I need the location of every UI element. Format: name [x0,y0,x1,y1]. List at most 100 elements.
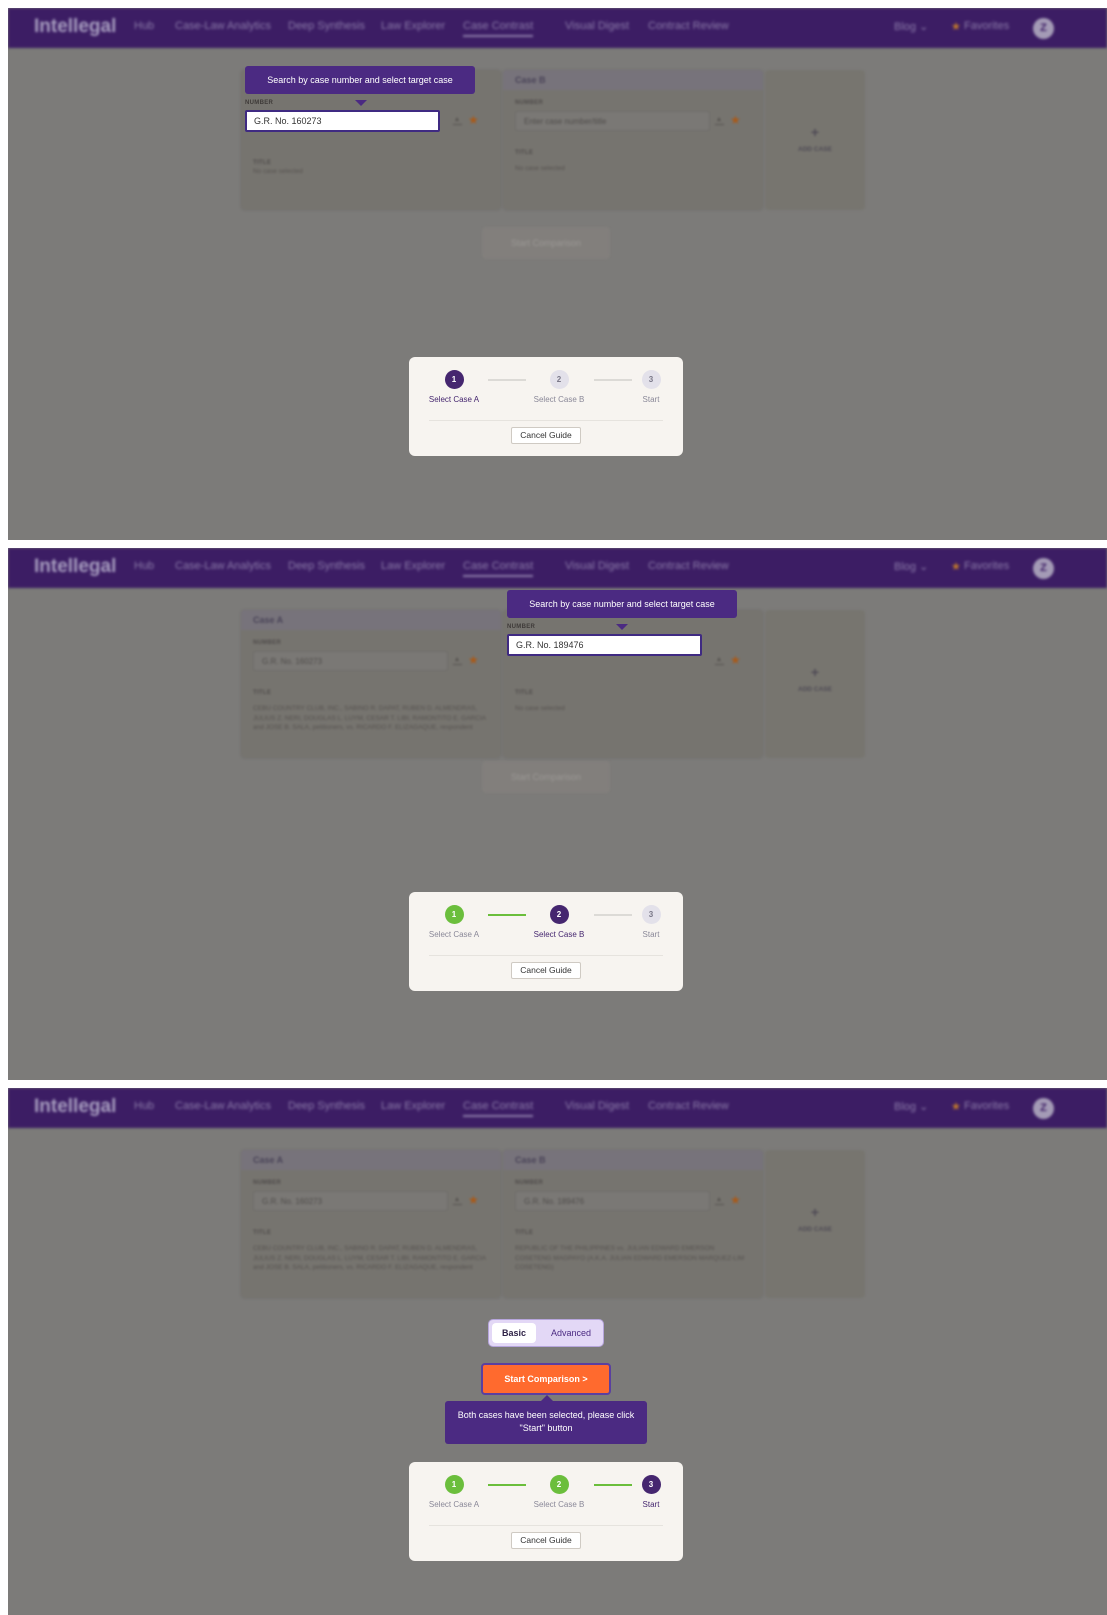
step-1-label: Select Case A [428,930,480,939]
step-1: 1 Select Case A [414,370,494,404]
nav-law-explorer[interactable]: Law Explorer [381,20,445,32]
nav-blog[interactable]: Blog ⌄ [894,560,928,573]
step-1-label: Select Case A [428,1500,480,1509]
upload-icon[interactable] [715,117,724,125]
case-a-header: Case A [241,610,501,630]
step-2: 2 Select Case B [519,370,599,404]
nav-deep-synthesis[interactable]: Deep Synthesis [288,560,365,572]
upload-icon[interactable] [715,657,724,665]
cancel-guide-button[interactable]: Cancel Guide [511,1532,581,1549]
favorite-star-icon[interactable]: ★ [468,113,479,127]
guide-tooltip: Search by case number and select target … [507,590,737,618]
tooltip-arrow-icon [616,624,628,630]
case-a-title: CEBU COUNTRY CLUB, INC., SABINO R. DAPAT… [253,705,486,731]
title-label: TITLE [253,1230,272,1236]
start-comparison-button-disabled[interactable]: Start Comparison [482,761,610,793]
start-comparison-button[interactable]: Start Comparison > [481,1363,611,1395]
step-2-label: Select Case B [533,395,585,404]
step-2-label: Select Case B [533,1500,585,1509]
step-1-circle: 1 [444,370,464,389]
step-3-label: Start [642,930,660,939]
guide-step-1-screen: Intellegal Hub Case-Law Analytics Deep S… [8,8,1107,540]
plus-icon: + [810,664,820,680]
nav-deep-synthesis[interactable]: Deep Synthesis [288,1100,365,1112]
case-b-card: Case B NUMBER G.R. No. 189476 ★ TITLE RE… [503,1150,763,1298]
mode-basic-button[interactable]: Basic [492,1323,536,1343]
favorite-star-icon[interactable]: ★ [468,1193,479,1207]
upload-icon[interactable] [453,657,462,665]
title-label: TITLE [253,160,272,166]
nav-case-contrast[interactable]: Case Contrast [463,1100,534,1117]
nav-blog[interactable]: Blog ⌄ [894,1100,928,1113]
app-logo[interactable]: Intellegal [34,16,116,38]
case-b-number-input[interactable]: G.R. No. 189476 [507,634,702,656]
case-b-header: Case B [503,70,763,90]
nav-law-explorer[interactable]: Law Explorer [381,1100,445,1112]
user-avatar[interactable]: Z [1033,558,1054,579]
upload-icon[interactable] [453,117,462,125]
nav-favorites[interactable]: Favorites [964,1100,1009,1112]
case-b-header: Case B [503,1150,763,1170]
plus-icon: + [810,1204,820,1220]
mode-toggle: Basic Advanced [488,1319,604,1347]
user-avatar[interactable]: Z [1033,18,1054,39]
case-a-heading: Case A [253,615,284,625]
nav-hub[interactable]: Hub [134,560,154,572]
favorite-star-icon[interactable]: ★ [730,1193,741,1207]
add-case-card[interactable]: + ADD CASE [765,610,865,758]
guide-stepper: 1 Select Case A 2 Select Case B 3 Start … [409,1462,683,1561]
nav-hub[interactable]: Hub [134,1100,154,1112]
nav-contract-review[interactable]: Contract Review [648,20,729,32]
upload-icon[interactable] [453,1197,462,1205]
nav-case-contrast[interactable]: Case Contrast [463,20,534,37]
case-a-number-value: G.R. No. 160273 [254,116,322,126]
user-avatar[interactable]: Z [1033,1098,1054,1119]
app-logo[interactable]: Intellegal [34,556,116,578]
nav-visual-digest[interactable]: Visual Digest [565,560,629,572]
case-a-number-input[interactable]: G.R. No. 160273 [253,1191,448,1211]
case-a-number-value: G.R. No. 160273 [262,657,323,666]
nav-blog[interactable]: Blog ⌄ [894,20,928,33]
nav-hub[interactable]: Hub [134,20,154,32]
nav-case-law-analytics[interactable]: Case-Law Analytics [175,560,271,572]
case-b-number-input[interactable]: Enter case number/title [515,111,710,131]
step-2-circle: 2 [549,370,569,389]
number-label: NUMBER [253,1180,282,1186]
step-3: 3 Start [611,1475,691,1509]
step-3-label: Start [642,1500,660,1509]
plus-icon: + [810,124,820,140]
case-a-number-input[interactable]: G.R. No. 160273 [253,651,448,671]
start-comparison-button-disabled[interactable]: Start Comparison [482,227,610,259]
nav-favorites[interactable]: Favorites [964,20,1009,32]
add-case-card[interactable]: + ADD CASE [765,1150,865,1298]
nav-case-law-analytics[interactable]: Case-Law Analytics [175,1100,271,1112]
nav-contract-review[interactable]: Contract Review [648,1100,729,1112]
nav-visual-digest[interactable]: Visual Digest [565,20,629,32]
case-a-number-input[interactable]: G.R. No. 160273 [245,110,440,132]
mode-advanced-button[interactable]: Advanced [541,1323,601,1343]
cancel-guide-button[interactable]: Cancel Guide [511,427,581,444]
step-2-circle: 2 [549,1475,569,1494]
nav-deep-synthesis[interactable]: Deep Synthesis [288,20,365,32]
nav-favorites[interactable]: Favorites [964,560,1009,572]
step-3: 3 Start [611,905,691,939]
favorites-star-icon: ★ [951,1101,961,1113]
cancel-guide-button[interactable]: Cancel Guide [511,962,581,979]
favorite-star-icon[interactable]: ★ [730,653,741,667]
nav-case-law-analytics[interactable]: Case-Law Analytics [175,20,271,32]
add-case-label: ADD CASE [798,686,832,693]
nav-case-contrast[interactable]: Case Contrast [463,560,534,577]
add-case-card[interactable]: + ADD CASE [765,70,865,210]
favorite-star-icon[interactable]: ★ [730,113,741,127]
favorites-star-icon: ★ [951,561,961,573]
app-logo[interactable]: Intellegal [34,1096,116,1118]
case-b-number-input[interactable]: G.R. No. 189476 [515,1191,710,1211]
nav-visual-digest[interactable]: Visual Digest [565,1100,629,1112]
nav-law-explorer[interactable]: Law Explorer [381,560,445,572]
title-label: TITLE [515,1230,534,1236]
top-navbar: Intellegal Hub Case-Law Analytics Deep S… [8,548,1107,588]
guide-divider [429,1525,663,1526]
upload-icon[interactable] [715,1197,724,1205]
favorite-star-icon[interactable]: ★ [468,653,479,667]
nav-contract-review[interactable]: Contract Review [648,560,729,572]
